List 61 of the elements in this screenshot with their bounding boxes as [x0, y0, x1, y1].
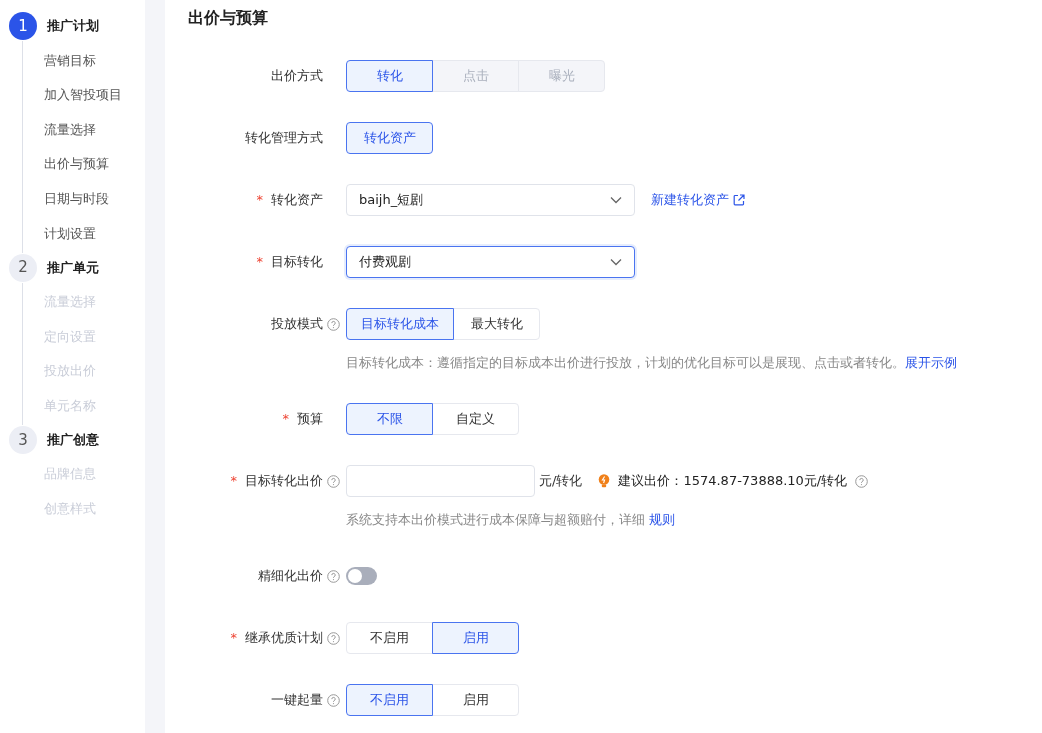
step-number: 2 [9, 253, 37, 282]
select-value: baijh_短剧 [359, 191, 424, 210]
field-label: 目标转化 [271, 253, 323, 272]
sidebar-item[interactable]: 日期与时段 [44, 181, 145, 216]
segment-option[interactable]: 转化资产 [346, 122, 433, 154]
select-field[interactable]: baijh_短剧 [346, 184, 635, 216]
field-label: 转化资产 [271, 191, 323, 210]
required-mark: * [282, 410, 289, 429]
segment-option[interactable]: 最大转化 [453, 308, 540, 340]
sidebar-item[interactable]: 加入智投项目 [44, 77, 145, 113]
segment-option[interactable]: 启用 [432, 684, 519, 716]
sidebar-item[interactable]: 流量选择 [44, 112, 145, 147]
chevron-down-icon [610, 258, 622, 266]
input-field[interactable] [346, 465, 535, 497]
section-title: 出价与预算 [188, 7, 269, 29]
bulb-icon [598, 474, 611, 488]
step-number: 3 [9, 425, 37, 454]
help-icon[interactable] [855, 474, 869, 488]
external-link-icon [733, 194, 745, 206]
segment-option[interactable]: 不限 [346, 403, 433, 435]
field-label: 一键起量 [271, 691, 323, 710]
field-label: 投放模式 [271, 315, 323, 334]
step-title[interactable]: 推广单元 [47, 257, 99, 278]
field-label: 目标转化出价 [245, 472, 323, 491]
segment-option[interactable]: 启用 [432, 622, 519, 654]
hint-link[interactable]: 规则 [649, 512, 675, 527]
step-number: 1 [9, 12, 37, 40]
sidebar-item[interactable]: 营销目标 [44, 43, 145, 78]
required-mark: * [230, 629, 237, 648]
segment-option[interactable]: 不启用 [346, 684, 433, 716]
hint-link[interactable]: 展开示例 [905, 355, 957, 370]
help-icon[interactable] [327, 693, 340, 707]
unit-label: 元/转化 [539, 472, 583, 491]
field-label: 精细化出价 [258, 567, 323, 586]
help-icon[interactable] [327, 474, 340, 488]
new-asset-link[interactable]: 新建转化资产 [651, 190, 745, 210]
segment-option[interactable]: 不启用 [346, 622, 433, 654]
hint-text: 系统支持本出价模式进行成本保障与超额赔付，详细 规则 [346, 512, 675, 527]
segment-option[interactable]: 转化 [346, 60, 433, 92]
segment-option[interactable]: 目标转化成本 [346, 308, 454, 340]
field-label: 转化管理方式 [245, 129, 323, 148]
step-title[interactable]: 推广创意 [47, 430, 99, 450]
select-field[interactable]: 付费观剧 [346, 246, 635, 278]
field-label: 出价方式 [271, 67, 323, 86]
suggested-bid-text: 建议出价：1574.87-73888.10元/转化 [618, 472, 848, 491]
required-mark: * [230, 472, 237, 491]
field-label: 继承优质计划 [245, 629, 323, 648]
toggle-switch[interactable] [346, 567, 377, 585]
sidebar-item[interactable]: 出价与预算 [44, 146, 145, 182]
select-value: 付费观剧 [359, 253, 411, 272]
help-icon[interactable] [327, 317, 340, 331]
segment-option[interactable]: 自定义 [432, 403, 519, 435]
help-icon[interactable] [327, 631, 340, 645]
required-mark: * [256, 253, 263, 272]
chevron-down-icon [610, 196, 622, 204]
help-icon[interactable] [327, 569, 340, 583]
hint-text: 目标转化成本：遵循指定的目标成本出价进行投放，计划的优化目标可以是展现、点击或者转化。展开示例 [346, 355, 957, 370]
required-mark: * [256, 191, 263, 210]
step-title[interactable]: 推广计划 [47, 16, 99, 36]
sidebar-item[interactable]: 计划设置 [44, 215, 145, 251]
field-label: 预算 [297, 410, 323, 429]
